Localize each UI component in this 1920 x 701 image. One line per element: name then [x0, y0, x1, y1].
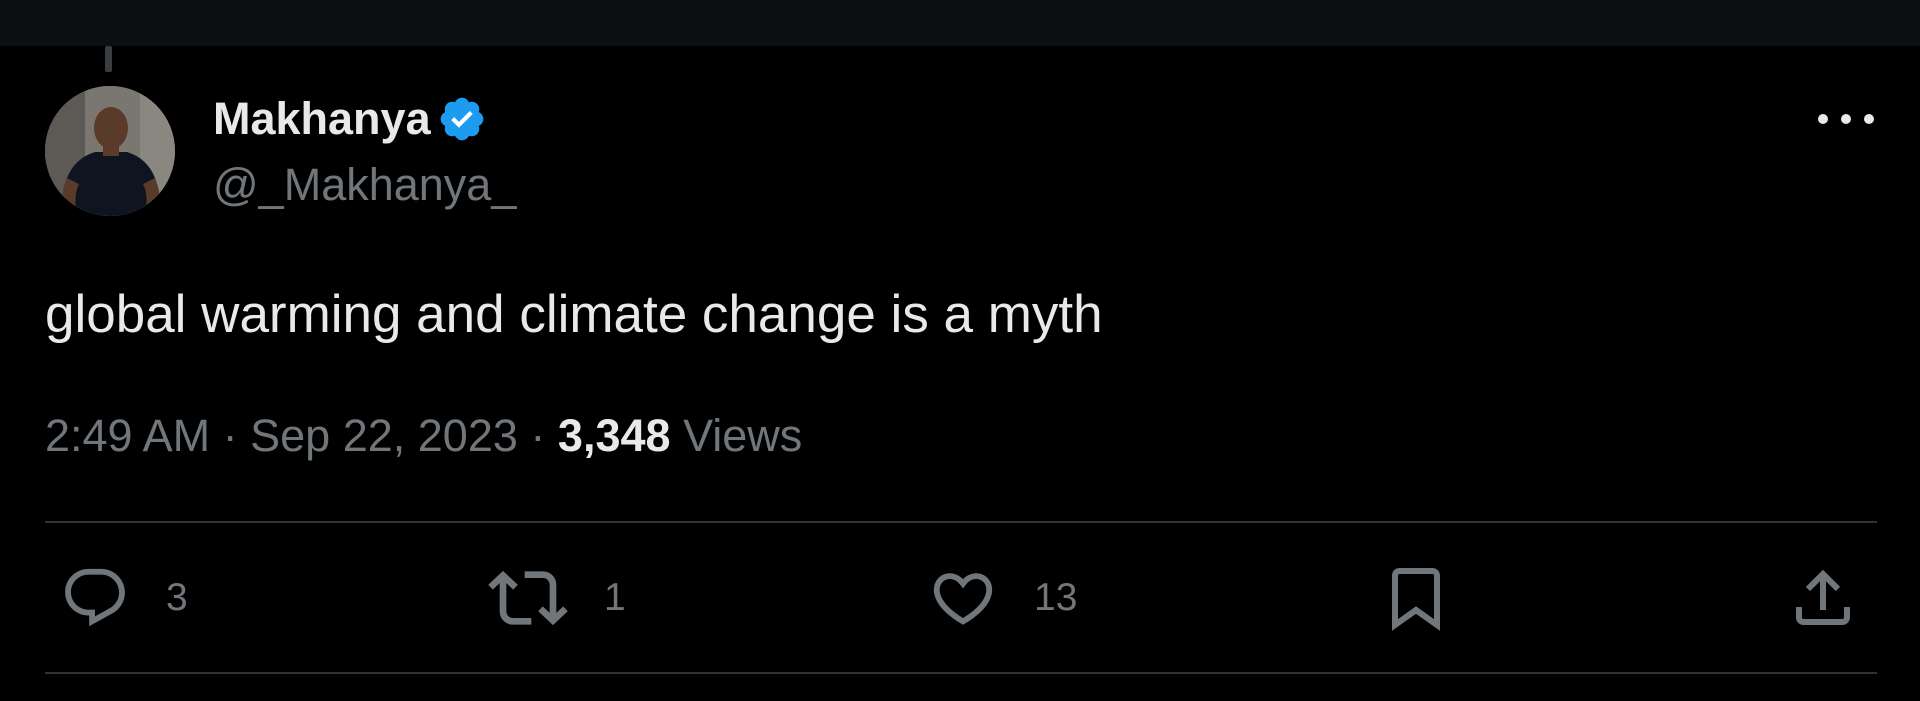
retweet-count: 1 — [604, 576, 626, 619]
thread-connector-line — [105, 46, 112, 72]
retweet-icon — [488, 570, 568, 626]
more-horizontal-icon — [1818, 114, 1828, 124]
retweet-button[interactable]: 1 — [488, 560, 626, 636]
author-name-row[interactable]: Makhanya — [213, 89, 487, 149]
share-button[interactable] — [1787, 560, 1859, 636]
meta-separator: · — [530, 410, 546, 461]
tweet-date[interactable]: Sep 22, 2023 — [250, 410, 518, 461]
more-dot — [1841, 114, 1851, 124]
author-display-name[interactable]: Makhanya — [213, 89, 431, 149]
reply-count: 3 — [166, 576, 188, 619]
share-icon — [1796, 569, 1850, 625]
bookmark-icon — [1392, 568, 1440, 631]
author-handle[interactable]: @_Makhanya_ — [213, 155, 516, 215]
tweet-meta: 2:49 AM · Sep 22, 2023 · 3,348 Views — [45, 406, 802, 466]
more-options-button[interactable] — [1818, 101, 1874, 137]
reply-button[interactable]: 3 — [60, 560, 188, 636]
top-bar — [0, 0, 1920, 46]
divider — [45, 521, 1877, 523]
views-count: 3,348 — [557, 410, 671, 461]
tweet-time[interactable]: 2:49 AM — [45, 410, 210, 461]
verified-badge-icon — [437, 94, 487, 144]
divider — [45, 672, 1877, 674]
tweet-text: global warming and climate change is a m… — [45, 285, 1103, 344]
bookmark-button[interactable] — [1380, 560, 1452, 636]
more-dot — [1864, 114, 1874, 124]
meta-separator: · — [222, 410, 238, 461]
reply-icon — [65, 568, 125, 627]
like-count: 13 — [1034, 576, 1078, 619]
avatar[interactable] — [45, 86, 175, 216]
views-label: Views — [683, 410, 803, 461]
like-button[interactable]: 13 — [928, 560, 1077, 636]
heart-icon — [933, 573, 993, 625]
